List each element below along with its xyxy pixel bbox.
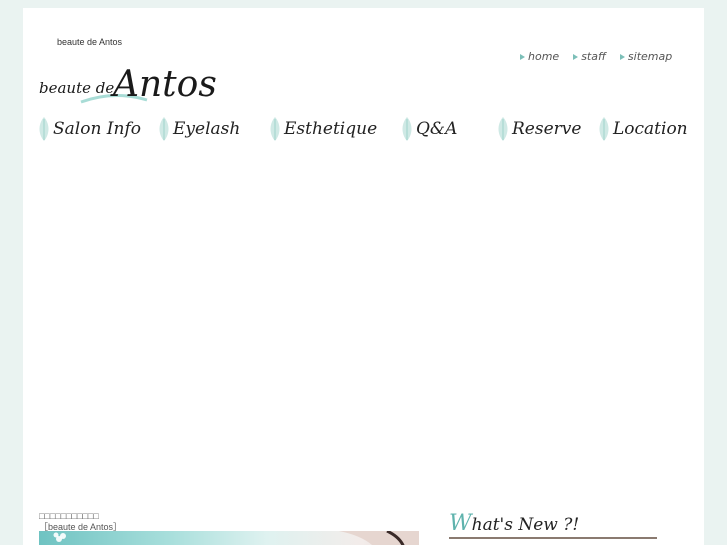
whats-new-first-letter: W	[449, 511, 472, 536]
arrow-right-icon	[520, 53, 525, 60]
logo-text-small: beaute de	[39, 79, 115, 97]
nav-item-label: Reserve	[512, 119, 582, 139]
face-silhouette-icon	[339, 531, 419, 545]
util-link-label: home	[528, 50, 560, 63]
page: beaute de Antos home staff sitemap beaut…	[23, 8, 704, 545]
nav-item-salon-info[interactable]: Salon Info	[37, 116, 141, 142]
nav-item-label: Esthetique	[284, 119, 378, 139]
nav-item-esthetique[interactable]: Esthetique	[268, 116, 377, 142]
nav-item-label: Location	[613, 119, 688, 139]
leaf-icon	[599, 117, 609, 141]
nav-item-label: Eyelash	[173, 119, 241, 139]
nav-item-eyelash[interactable]: Eyelash	[157, 116, 240, 142]
nav-item-qa[interactable]: Q&A	[400, 116, 457, 142]
nav-item-reserve[interactable]: Reserve	[496, 116, 581, 142]
hero-banner-image	[39, 531, 419, 545]
main-nav: Salon Info Eyelash Esthetique Q&A Reserv…	[37, 116, 688, 146]
leaf-icon	[39, 117, 49, 141]
leaf-icon	[159, 117, 169, 141]
leaf-icon	[270, 117, 280, 141]
util-link-staff[interactable]: staff	[573, 50, 606, 63]
util-link-label: sitemap	[627, 50, 673, 63]
nav-item-label: Salon Info	[53, 119, 141, 139]
leaf-icon	[498, 117, 508, 141]
whats-new-rest: hat's New ?!	[471, 515, 580, 535]
arrow-right-icon	[573, 53, 579, 60]
hero-area	[23, 153, 704, 503]
whats-new-heading: What's New ?!	[449, 511, 657, 539]
leaf-icon	[402, 117, 412, 141]
nav-item-label: Q&A	[416, 119, 458, 139]
logo-text-big: Antos	[113, 64, 217, 105]
util-link-sitemap[interactable]: sitemap	[619, 50, 673, 63]
nav-item-location[interactable]: Location	[597, 116, 688, 142]
util-link-home[interactable]: home	[520, 50, 559, 63]
utility-nav: home staff sitemap	[520, 50, 672, 63]
util-link-label: staff	[581, 50, 606, 63]
arrow-right-icon	[619, 53, 625, 60]
flower-icon	[53, 532, 66, 542]
site-tagline: beaute de Antos	[57, 37, 123, 47]
